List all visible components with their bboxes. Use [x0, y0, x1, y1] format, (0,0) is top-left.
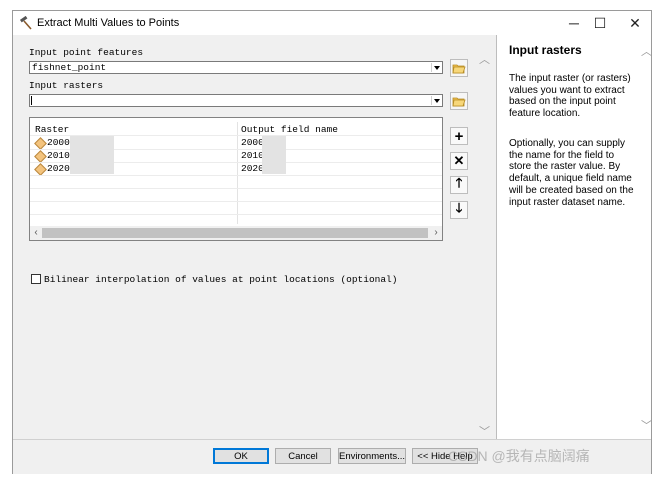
help-paragraph-2: Optionally, you can supply the name for …	[509, 138, 634, 208]
help-scrollbar[interactable]: ︿ ﹀	[641, 35, 652, 439]
scroll-down-icon[interactable]: ﹀	[641, 417, 652, 433]
move-up-button[interactable]: 🡑	[450, 175, 468, 194]
browse-rasters-button[interactable]	[450, 92, 468, 110]
scroll-up-icon[interactable]: ︿	[641, 43, 652, 59]
remove-row-button[interactable]: ✕	[450, 152, 468, 170]
table-cell-raster[interactable]: 2010	[47, 150, 70, 162]
arrow-down-icon: 🡓	[455, 200, 463, 215]
ok-button[interactable]: OK	[213, 448, 269, 464]
dropdown-arrow-icon[interactable]	[431, 63, 441, 72]
bilinear-label: Bilinear interpolation of values at poin…	[44, 274, 398, 285]
watermark: CSDN @我有点脑阔痛	[448, 448, 590, 464]
input-point-label: Input point features	[29, 47, 144, 58]
table-cell-field[interactable]: 2000	[241, 137, 264, 149]
delete-x-icon: ✕	[453, 153, 465, 168]
input-rasters-label: Input rasters	[29, 80, 104, 91]
raster-icon	[34, 150, 47, 163]
parameters-scrollbar[interactable]: ︿ ﹀	[477, 41, 491, 438]
horizontal-scrollbar[interactable]: ‹ ›	[30, 226, 442, 240]
dropdown-arrow-icon[interactable]	[431, 96, 441, 105]
dialog-window: Extract Multi Values to Points ─ ☐ ✕ Inp…	[12, 10, 652, 474]
raster-icon	[34, 137, 47, 150]
parameters-pane: Input point features fishnet_point Input…	[13, 35, 491, 439]
move-down-button[interactable]: 🡓	[450, 200, 468, 219]
scroll-left-icon[interactable]: ‹	[30, 226, 42, 240]
hammer-icon	[19, 16, 32, 30]
raster-icon	[34, 163, 47, 176]
input-rasters-combo[interactable]	[29, 94, 443, 107]
window-title: Extract Multi Values to Points	[37, 17, 180, 29]
folder-icon	[452, 97, 466, 107]
rasters-table[interactable]: Raster Output field name 2000 2000 2010 …	[29, 117, 443, 241]
add-row-button[interactable]: +	[450, 127, 468, 145]
redacted-region	[70, 136, 114, 174]
arrow-up-icon: 🡑	[455, 175, 463, 190]
browse-point-button[interactable]	[450, 59, 468, 77]
input-point-value: fishnet_point	[32, 62, 107, 73]
help-panel: Input rasters The input raster (or raste…	[496, 35, 652, 439]
close-button[interactable]: ✕	[620, 13, 650, 33]
maximize-button[interactable]: ☐	[585, 13, 615, 33]
scroll-down-icon[interactable]: ﹀	[479, 423, 490, 439]
column-header-output-field[interactable]: Output field name	[241, 124, 338, 135]
help-paragraph-1: The input raster (or rasters) values you…	[509, 73, 631, 120]
table-cell-raster[interactable]: 2020	[47, 163, 70, 175]
bilinear-checkbox[interactable]	[31, 274, 41, 284]
text-caret	[31, 96, 32, 105]
column-header-raster[interactable]: Raster	[35, 124, 69, 135]
scroll-up-icon[interactable]: ︿	[479, 51, 490, 67]
scroll-right-icon[interactable]: ›	[430, 226, 442, 240]
table-cell-raster[interactable]: 2000	[47, 137, 70, 149]
redacted-region	[262, 136, 286, 174]
title-bar: Extract Multi Values to Points ─ ☐ ✕	[13, 11, 651, 35]
environments-button[interactable]: Environments...	[338, 448, 406, 464]
cancel-button[interactable]: Cancel	[275, 448, 331, 464]
folder-icon	[452, 64, 466, 74]
scrollbar-thumb[interactable]	[42, 228, 428, 238]
column-divider	[237, 122, 238, 224]
input-point-combo[interactable]: fishnet_point	[29, 61, 443, 74]
plus-icon: +	[454, 127, 464, 145]
help-title: Input rasters	[509, 43, 582, 57]
